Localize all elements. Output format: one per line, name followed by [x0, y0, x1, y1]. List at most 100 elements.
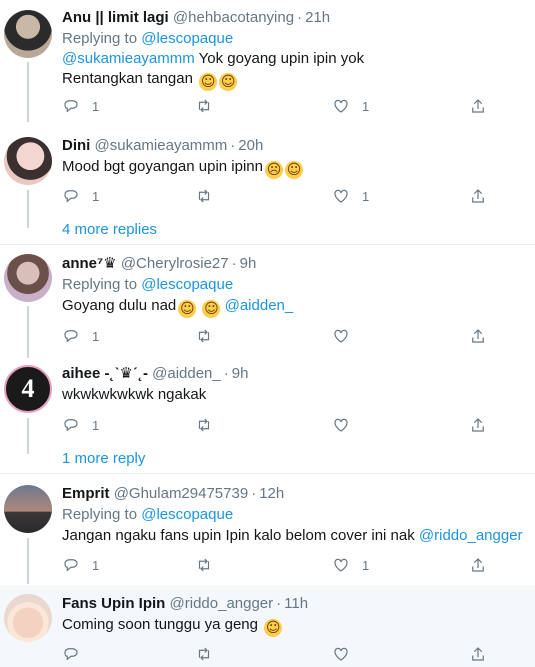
reply-icon — [64, 419, 78, 432]
share-button[interactable] — [469, 94, 487, 118]
user-handle[interactable]: @Ghulam29475739 — [114, 485, 249, 502]
separator-dot: · — [276, 595, 282, 612]
share-button[interactable] — [469, 324, 487, 348]
like-button[interactable]: 1 — [332, 94, 369, 118]
display-name[interactable]: aihee -˛ˋ♛ˊ˛- — [62, 365, 148, 382]
user-handle[interactable]: @aidden_ — [152, 365, 221, 382]
reply-button[interactable]: 1 — [62, 184, 99, 208]
display-name[interactable]: Dini — [62, 137, 90, 154]
like-button[interactable] — [332, 642, 350, 666]
user-handle[interactable]: @riddo_angger — [170, 595, 274, 612]
timestamp[interactable]: 21h — [305, 9, 330, 26]
timestamp[interactable]: 9h — [232, 365, 249, 382]
replying-to-link[interactable]: @lescopaque — [141, 30, 233, 47]
display-name[interactable]: anne — [62, 255, 97, 272]
timestamp[interactable]: 9h — [240, 255, 257, 272]
display-name[interactable]: Anu || limit lagi — [62, 9, 169, 26]
share-icon — [472, 189, 484, 203]
display-name[interactable]: Fans Upin Ipin — [62, 595, 165, 612]
tweet-header: anne⁷♛ @Cherylrosie27 · 9h — [62, 254, 527, 274]
like-count: 1 — [362, 98, 370, 114]
like-icon — [334, 189, 348, 203]
tweet-header: Anu || limit lagi @hehbacotanying · 21h — [62, 8, 527, 28]
tweet-text: Goyang dulu nad ☺ ☺ @aidden_ — [62, 297, 294, 318]
tweet-text: wkwkwkwkwk ngakak — [62, 386, 207, 403]
crying-emoji-icon: ☹ — [265, 161, 283, 179]
avatar[interactable] — [4, 254, 52, 302]
share-button[interactable] — [469, 184, 487, 208]
retweet-icon — [198, 558, 210, 572]
retweet-button[interactable] — [195, 184, 213, 208]
reply-button[interactable]: 1 — [62, 324, 99, 348]
avatar[interactable] — [4, 137, 52, 185]
mention-link[interactable]: @riddo_angger — [419, 527, 523, 544]
share-button[interactable] — [469, 413, 487, 437]
timestamp[interactable]: 20h — [238, 137, 263, 154]
retweet-icon — [198, 99, 210, 113]
tweet-text: @sukamieayammm Yok goyang upin ipin yok … — [62, 50, 365, 91]
reply-icon — [64, 100, 78, 113]
show-more-replies-link[interactable]: 1 more reply — [62, 449, 145, 469]
tweet-text: Jangan ngaku fans upin Ipin kalo belom c… — [62, 527, 523, 544]
user-handle[interactable]: @Cherylrosie27 — [121, 255, 229, 272]
like-icon — [334, 329, 348, 343]
reply-button[interactable]: 1 — [62, 553, 99, 577]
show-more-replies-link[interactable]: 4 more replies — [62, 220, 157, 240]
like-button[interactable] — [332, 413, 350, 437]
separator-dot: · — [230, 137, 236, 154]
like-button[interactable]: 1 — [332, 184, 369, 208]
reply-count: 1 — [92, 417, 100, 433]
share-icon — [472, 329, 484, 343]
replying-to: Replying to @lescopaque — [62, 275, 233, 295]
divider — [0, 473, 535, 474]
share-button[interactable] — [469, 642, 487, 666]
retweet-button[interactable] — [195, 642, 213, 666]
retweet-button[interactable] — [195, 413, 213, 437]
avatar[interactable] — [4, 10, 52, 58]
timestamp[interactable]: 11h — [284, 595, 308, 612]
user-handle[interactable]: @sukamieayammm — [95, 137, 228, 154]
retweet-button[interactable] — [195, 94, 213, 118]
thread-line — [27, 306, 29, 358]
reply-icon — [64, 559, 78, 572]
like-button[interactable] — [332, 324, 350, 348]
like-count: 1 — [362, 188, 370, 204]
rofl-emoji-icon: ☺ — [219, 73, 238, 91]
thread-line — [27, 62, 29, 122]
replying-to: Replying to @lescopaque — [62, 505, 233, 525]
like-icon — [334, 418, 348, 432]
mention-link[interactable]: @aidden_ — [220, 297, 294, 314]
like-icon — [334, 99, 348, 113]
tweet-header: aihee -˛ˋ♛ˊ˛- @aidden_ · 9h — [62, 364, 527, 384]
timestamp[interactable]: 12h — [259, 485, 284, 502]
like-button[interactable]: 1 — [332, 553, 369, 577]
user-handle[interactable]: @hehbacotanying — [173, 9, 294, 26]
avatar[interactable]: 4 — [4, 365, 52, 413]
like-count: 1 — [362, 557, 370, 573]
rofl-emoji-icon: ☺ — [199, 73, 218, 91]
share-button[interactable] — [469, 553, 487, 577]
replying-to: Replying to @lescopaque — [62, 29, 233, 49]
replying-to-link[interactable]: @lescopaque — [141, 506, 233, 523]
reply-button[interactable] — [62, 642, 80, 666]
avatar[interactable] — [4, 594, 52, 642]
retweet-button[interactable] — [195, 553, 213, 577]
tweet-header: Emprit @Ghulam29475739 · 12h — [62, 484, 527, 504]
retweet-button[interactable] — [195, 324, 213, 348]
display-name[interactable]: Emprit — [62, 485, 110, 502]
reply-icon — [64, 648, 78, 661]
tweet-actions: 1 — [62, 324, 502, 348]
share-icon — [472, 647, 484, 661]
tweet-actions: 1 1 — [62, 94, 502, 118]
retweet-icon — [198, 189, 210, 203]
tweet-actions — [62, 642, 502, 666]
retweet-icon — [198, 418, 210, 432]
reply-button[interactable]: 1 — [62, 94, 99, 118]
reply-button[interactable]: 1 — [62, 413, 99, 437]
avatar[interactable] — [4, 485, 52, 533]
tears-of-joy-emoji-icon: ☺ — [264, 619, 283, 637]
mention-link[interactable]: @sukamieayammm — [62, 50, 195, 67]
tweet-text: Coming soon tunggu ya geng ☺ — [62, 616, 283, 637]
replying-to-link[interactable]: @lescopaque — [141, 276, 233, 293]
replying-label: Replying to — [62, 506, 138, 523]
